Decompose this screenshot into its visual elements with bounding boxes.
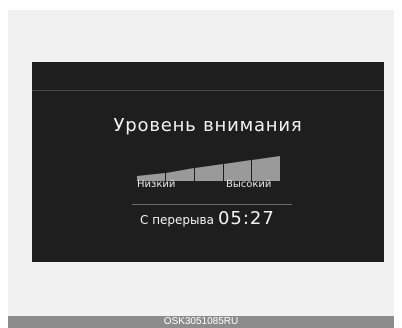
meter-segment-3 <box>195 164 223 181</box>
since-break-time: 05:27 <box>217 208 275 229</box>
since-break-row: С перерыва 05:27 <box>140 208 275 238</box>
divider <box>132 204 292 205</box>
meter-segment-4 <box>224 160 251 181</box>
image-caption-code: OSK3051085RU <box>8 316 394 328</box>
level-label-low: Низкий <box>137 179 176 190</box>
screen-top-bar <box>32 62 384 91</box>
attention-level-meter <box>137 154 280 182</box>
since-break-label: С перерыва <box>140 213 214 227</box>
cluster-screen: Уровень внимания Низкий Высокий С переры… <box>32 62 384 262</box>
meter-segment-5 <box>252 156 280 181</box>
level-label-high: Высокий <box>226 179 272 190</box>
attention-level-title: Уровень внимания <box>113 115 303 136</box>
